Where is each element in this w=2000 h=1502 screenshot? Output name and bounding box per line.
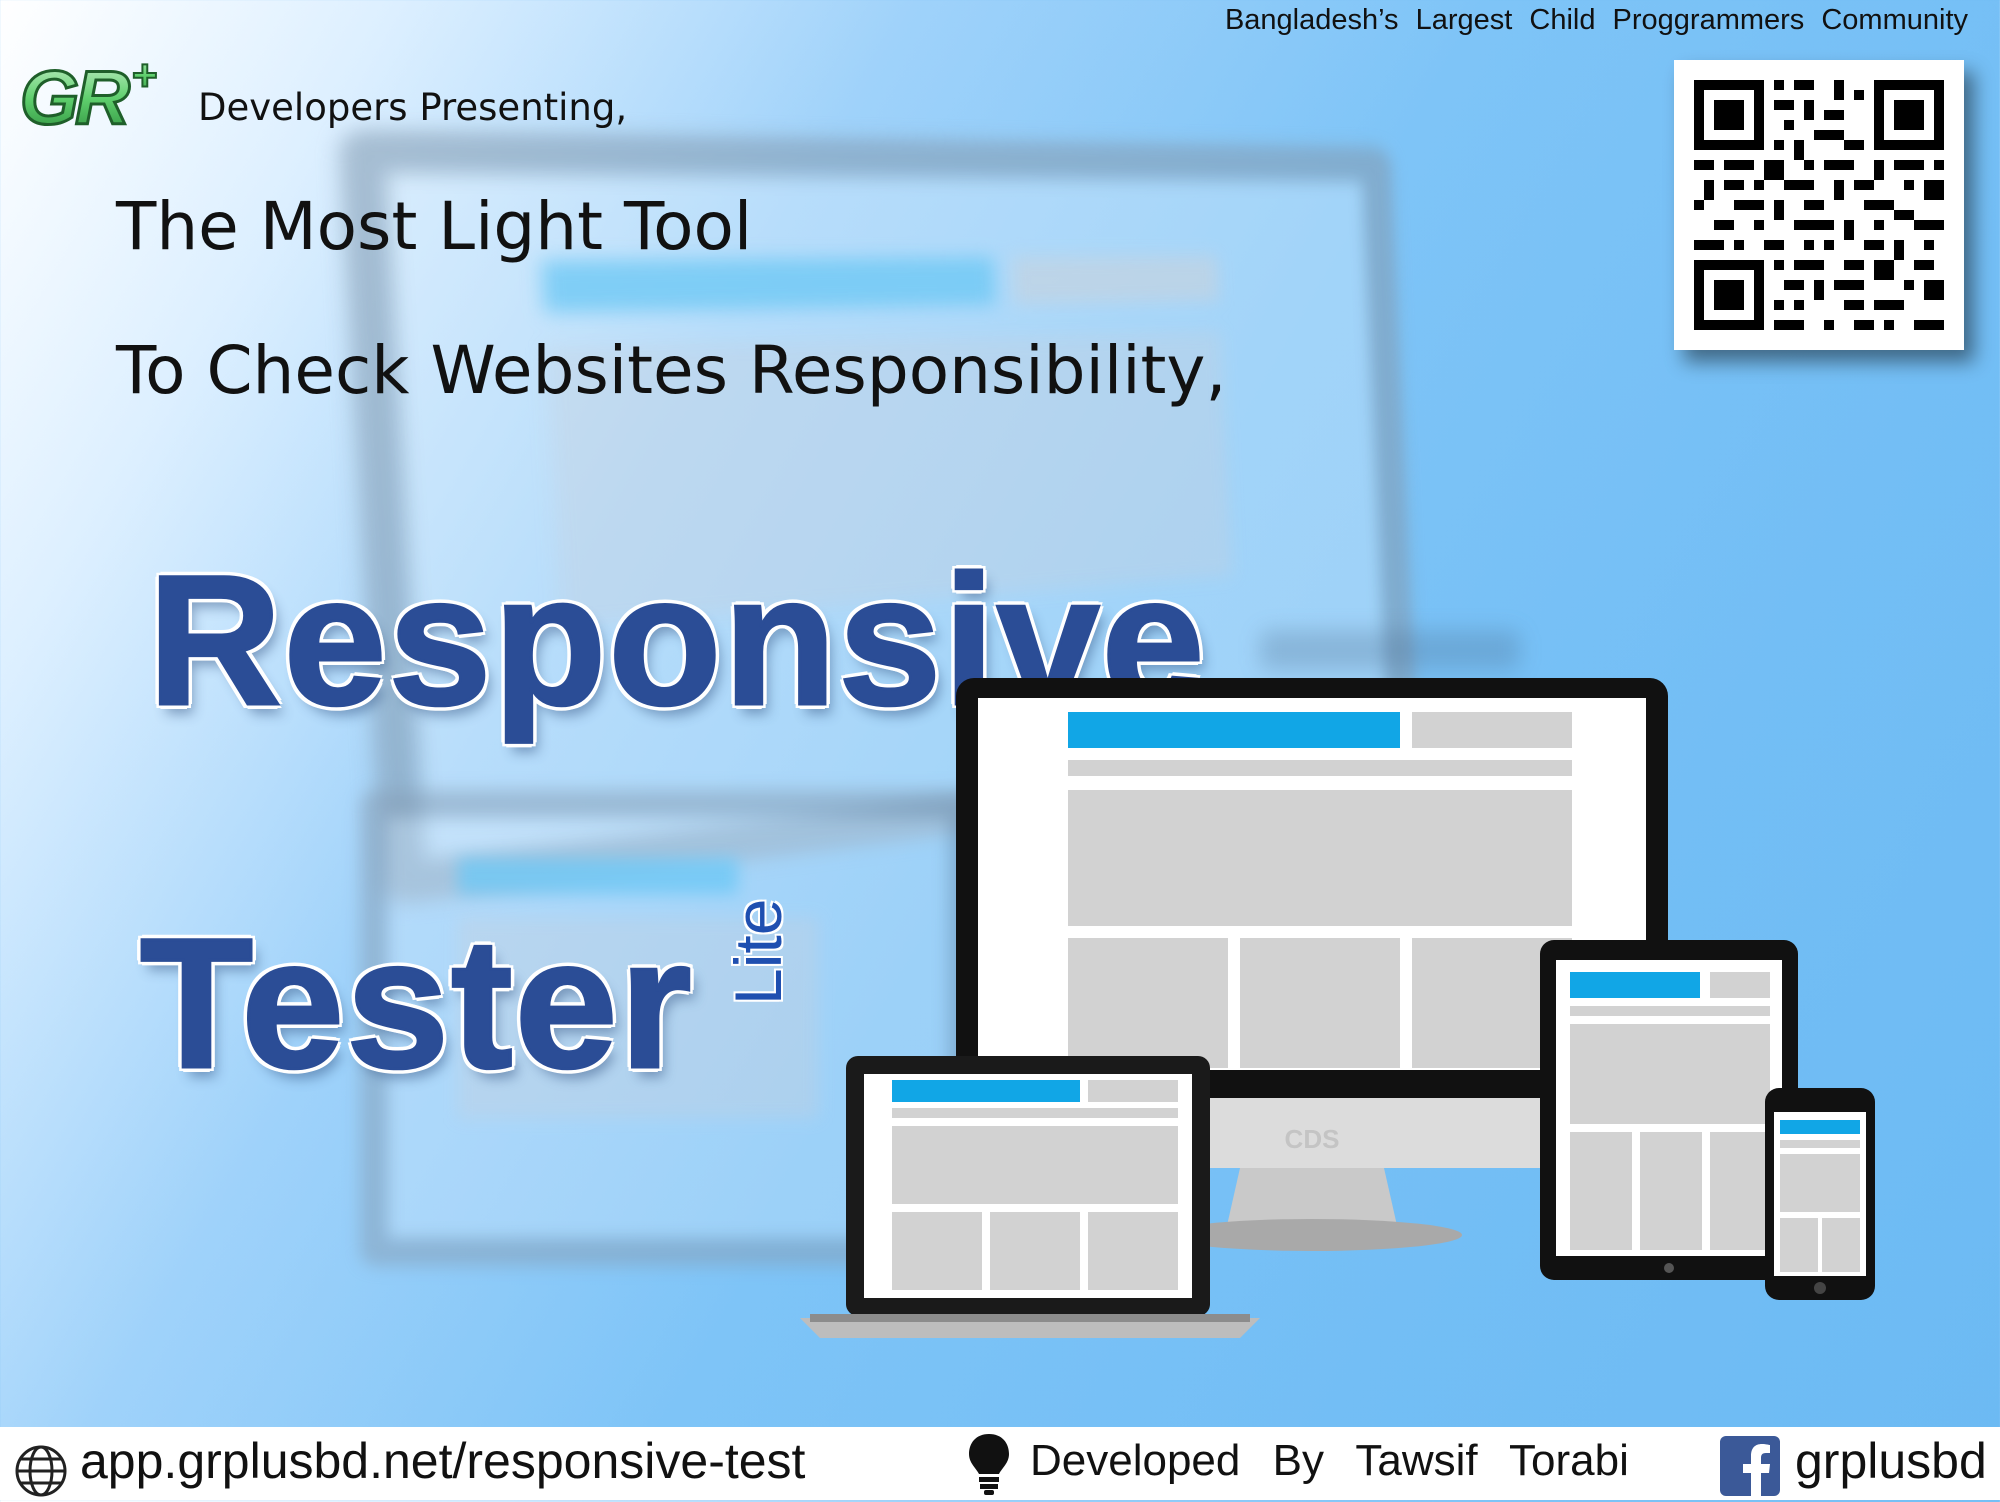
developer-credit: Developed By Tawsif Torabi xyxy=(1030,1436,1629,1485)
headline-line-1: The Most Light Tool xyxy=(116,188,753,265)
facebook-icon[interactable] xyxy=(1720,1436,1780,1496)
title-tester: Tester xyxy=(139,900,694,1109)
headline-line-2: To Check Websites Responsibility, xyxy=(116,332,1227,409)
developers-presenting-text: Developers Presenting, xyxy=(198,86,628,129)
globe-icon xyxy=(14,1444,68,1498)
phone-device xyxy=(1765,1088,1875,1300)
lightbulb-icon xyxy=(966,1432,1012,1496)
facebook-handle-link[interactable]: grplusbd xyxy=(1795,1432,1987,1490)
svg-text:+: + xyxy=(132,51,158,100)
tablet-device xyxy=(1540,940,1798,1280)
laptop-device xyxy=(800,1056,1260,1338)
qr-code[interactable] xyxy=(1674,60,1964,350)
community-tagline: Bangladesh’s Largest Child Proggrammers … xyxy=(1224,4,1968,36)
svg-text:GR: GR xyxy=(20,56,130,134)
background-shadow xyxy=(1260,630,1520,670)
monitor-brand: CDS xyxy=(1285,1124,1340,1154)
grplus-logo: GR + xyxy=(14,46,182,143)
devices-illustration: CDS xyxy=(780,670,1880,1350)
website-url-link[interactable]: app.grplusbd.net/responsive-test xyxy=(80,1432,805,1490)
